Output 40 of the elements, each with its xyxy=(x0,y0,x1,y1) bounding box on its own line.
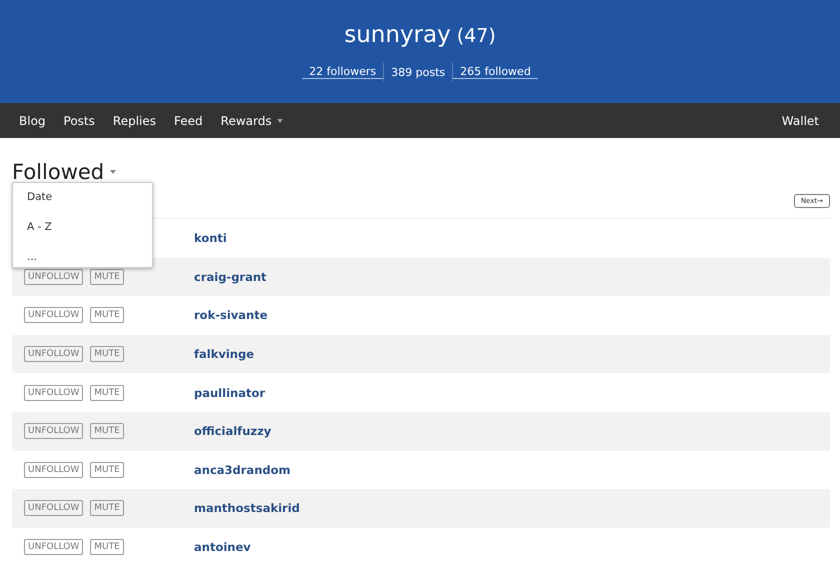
action-button[interactable]: MUTE xyxy=(90,500,124,516)
nav-link[interactable]: Feed xyxy=(165,114,212,128)
action-button[interactable]: MUTE xyxy=(90,268,124,285)
action-button[interactable]: UNFOLLOW xyxy=(24,307,84,324)
caret-icon[interactable] xyxy=(110,170,116,174)
menu-item[interactable]: A - Z xyxy=(13,215,152,245)
section-heading[interactable]: Followed xyxy=(12,160,104,184)
action-button[interactable]: UNFOLLOW xyxy=(24,423,84,440)
action-button[interactable]: MUTE xyxy=(90,346,124,362)
user-link[interactable]: falkvinge xyxy=(194,347,254,362)
user-link[interactable]: craig-grant xyxy=(194,270,267,284)
action-button[interactable]: MUTE xyxy=(90,307,124,324)
menu-item[interactable]: Date xyxy=(13,185,152,215)
action-button[interactable]: UNFOLLOW xyxy=(24,539,84,556)
user-link[interactable]: konti xyxy=(194,231,227,246)
user-link[interactable]: paullinator xyxy=(194,386,266,400)
stat-link[interactable]: 265 followed xyxy=(453,65,538,79)
action-button[interactable]: UNFOLLOW xyxy=(24,384,84,401)
action-button[interactable]: MUTE xyxy=(90,423,124,440)
nav-link[interactable]: Replies xyxy=(104,114,165,128)
reputation-score: (47) xyxy=(456,25,496,47)
nav-link[interactable]: Blog xyxy=(10,114,55,128)
nav-link[interactable]: Posts xyxy=(54,114,104,128)
user-link[interactable]: anca3drandom xyxy=(194,462,290,477)
action-button[interactable]: MUTE xyxy=(90,384,124,401)
action-button[interactable]: UNFOLLOW xyxy=(24,462,84,478)
nav-dropdown[interactable]: Rewards xyxy=(212,114,292,128)
action-button[interactable]: UNFOLLOW xyxy=(24,346,84,362)
username: sunnyray xyxy=(344,22,451,48)
user-link[interactable]: antoinev xyxy=(194,540,251,554)
nav-link[interactable]: Wallet xyxy=(772,114,828,128)
caret-icon xyxy=(276,118,283,122)
action-button[interactable]: UNFOLLOW xyxy=(24,500,84,516)
user-link[interactable]: manthostsakirid xyxy=(194,501,300,516)
action-button[interactable]: MUTE xyxy=(90,462,124,478)
stat-text: 389 posts xyxy=(390,66,446,78)
action-button[interactable]: UNFOLLOW xyxy=(24,268,84,285)
action-button[interactable]: MUTE xyxy=(90,539,124,556)
user-link[interactable]: officialfuzzy xyxy=(194,424,272,438)
user-link[interactable]: rok-sivante xyxy=(194,308,268,322)
